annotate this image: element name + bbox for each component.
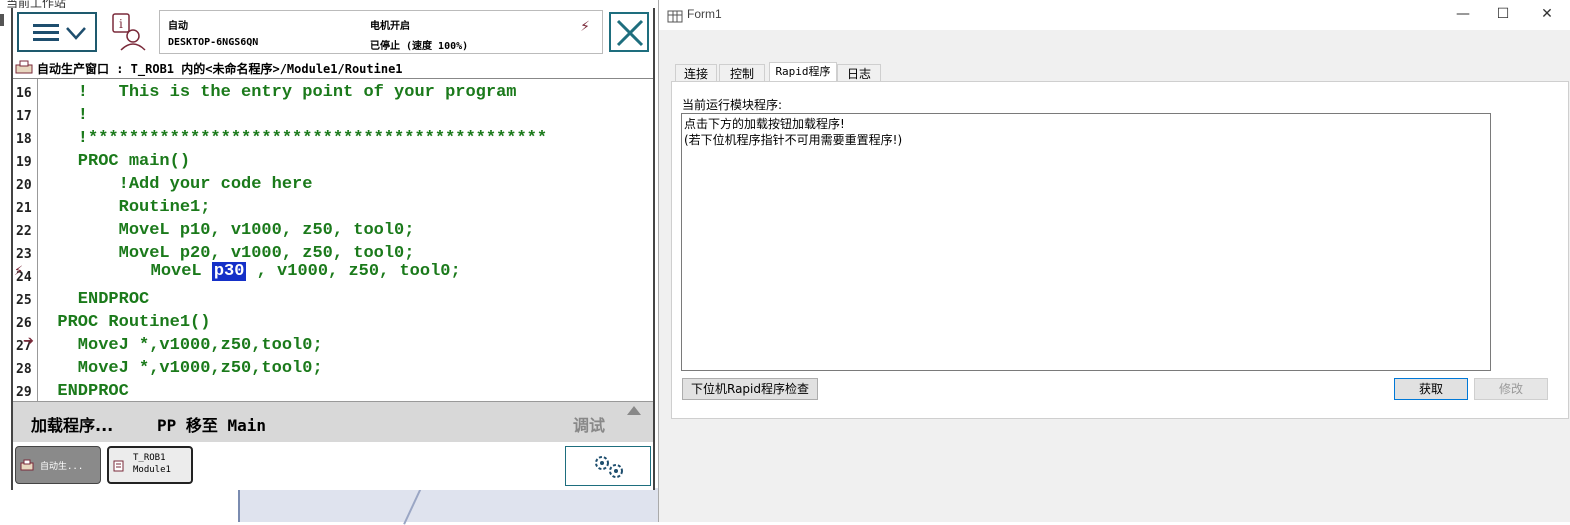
line-number: 20 bbox=[16, 178, 32, 193]
code-line[interactable]: MoveL p10, v1000, z50, tool0; bbox=[37, 221, 415, 240]
line-number: 23 bbox=[16, 247, 32, 262]
program-text-area[interactable]: 点击下方的加载按钮加载程序! (若下位机程序指针不可用需要重置程序!) bbox=[681, 113, 1491, 371]
gears-icon bbox=[595, 456, 623, 478]
status-mode: 自动 bbox=[168, 21, 188, 32]
tab-connect[interactable]: 连接 bbox=[675, 64, 717, 82]
code-line[interactable]: MoveJ *,v1000,z50,tool0; bbox=[37, 359, 323, 378]
operator-info-icon[interactable]: i bbox=[109, 12, 149, 52]
code-line[interactable]: ENDPROC bbox=[37, 382, 128, 401]
production-window-icon bbox=[20, 459, 34, 471]
line-number: 17 bbox=[16, 109, 32, 124]
desktop-marker bbox=[0, 14, 4, 26]
task-production-window[interactable]: 自动生... bbox=[15, 446, 101, 484]
chevron-down-icon bbox=[66, 27, 86, 40]
fetch-button[interactable]: 获取 bbox=[1394, 378, 1468, 400]
line-number: 16 bbox=[16, 86, 32, 101]
title-bar: Form1 — ☐ ✕ bbox=[659, 0, 1570, 30]
edit-button[interactable]: 修改 bbox=[1474, 378, 1548, 400]
tab-rapid-program[interactable]: Rapid程序 bbox=[769, 62, 837, 83]
line-number: 29 bbox=[16, 385, 32, 400]
line-number: 18 bbox=[16, 132, 32, 147]
code-line[interactable]: !Add your code here bbox=[37, 175, 313, 194]
line-number: 22 bbox=[16, 224, 32, 239]
motion-pointer-icon: ⚡ bbox=[14, 264, 24, 279]
code-line[interactable]: MoveJ *,v1000,z50,tool0; bbox=[37, 336, 323, 355]
task-program-editor[interactable]: T_ROB1 Module1 bbox=[107, 446, 193, 484]
maximize-icon[interactable]: ☐ bbox=[1493, 4, 1513, 24]
command-bar: 加载程序... PP 移至 Main 调试 bbox=[13, 401, 653, 443]
main-menu-button[interactable] bbox=[17, 12, 97, 52]
code-line[interactable]: MoveL p20, v1000, z50, tool0; bbox=[37, 244, 415, 263]
line-number: 21 bbox=[16, 201, 32, 216]
desktop-bottom-area bbox=[238, 487, 660, 525]
app-icon bbox=[667, 10, 683, 23]
pp-to-main-button[interactable]: PP 移至 Main bbox=[157, 412, 266, 436]
status-state: 已停止 (速度 100%) bbox=[370, 41, 469, 52]
code-editor[interactable]: 16 17 18 19 20 21 22 23 24 25 26 27 28 29 ! This is t… bbox=[13, 79, 653, 402]
line-number: 19 bbox=[16, 155, 32, 170]
status-motors: 电机开启 bbox=[370, 21, 410, 32]
robot-status-icon: ⚡ bbox=[580, 19, 590, 35]
close-icon bbox=[616, 19, 644, 47]
tab-control[interactable]: 控制 bbox=[719, 64, 765, 82]
code-line[interactable]: ENDPROC bbox=[37, 290, 149, 309]
code-line[interactable]: PROC main() bbox=[37, 152, 190, 171]
program-pointer-arrow-icon: ➔ bbox=[23, 334, 34, 349]
current-module-label: 当前运行模块程序: bbox=[682, 98, 783, 112]
form1-window: Form1 — ☐ ✕ 连接 控制 Rapid程序 日志 当前运行模块程序: 点… bbox=[658, 0, 1570, 522]
code-line[interactable]: ! This is the entry point of your progra… bbox=[37, 83, 517, 102]
breadcrumb-text: 自动生产窗口 : T_ROB1 内的<未命名程序>/Module1/Routin… bbox=[37, 62, 403, 76]
close-window-icon[interactable]: ✕ bbox=[1537, 4, 1557, 24]
production-window-icon bbox=[15, 60, 33, 74]
check-rapid-program-button[interactable]: 下位机Rapid程序检查 bbox=[682, 378, 818, 400]
svg-text:i: i bbox=[119, 17, 123, 31]
load-program-button[interactable]: 加载程序... bbox=[31, 412, 113, 436]
flexpendant-window: i 自动 DESKTOP-6NGS6QN 电机开启 已停止 (速度 100%) … bbox=[11, 8, 655, 490]
status-host: DESKTOP-6NGS6QN bbox=[168, 37, 259, 48]
breadcrumb: 自动生产窗口 : T_ROB1 内的<未命名程序>/Module1/Routin… bbox=[13, 56, 653, 79]
debug-button[interactable]: 调试 bbox=[573, 412, 605, 436]
hamburger-icon bbox=[33, 24, 59, 42]
code-line[interactable]: ! bbox=[37, 106, 88, 125]
close-button[interactable] bbox=[609, 12, 649, 52]
program-editor-icon bbox=[113, 460, 124, 472]
code-line[interactable]: PROC Routine1() bbox=[37, 313, 210, 332]
tab-log[interactable]: 日志 bbox=[837, 64, 881, 82]
quickset-button[interactable] bbox=[565, 446, 651, 486]
minimize-icon[interactable]: — bbox=[1453, 4, 1473, 24]
rapid-program-panel: 当前运行模块程序: 点击下方的加载按钮加载程序! (若下位机程序指针不可用需要重置… bbox=[671, 81, 1569, 419]
status-bar[interactable]: 自动 DESKTOP-6NGS6QN 电机开启 已停止 (速度 100%) ⚡ bbox=[159, 10, 603, 54]
code-line[interactable]: !***************************************… bbox=[37, 129, 547, 148]
program-pointer-highlight[interactable]: p30 bbox=[211, 262, 247, 281]
flexpendant-header: i 自动 DESKTOP-6NGS6QN 电机开启 已停止 (速度 100%) … bbox=[13, 8, 653, 57]
taskbar: 自动生... T_ROB1 Module1 bbox=[13, 442, 653, 490]
line-number: 25 bbox=[16, 293, 32, 308]
window-title: Form1 bbox=[687, 7, 722, 21]
code-line[interactable]: Routine1; bbox=[37, 198, 211, 217]
line-number: 26 bbox=[16, 316, 32, 331]
chevron-up-icon[interactable] bbox=[627, 406, 641, 415]
code-line-24[interactable]: MoveL p30 , v1000, z50, tool0; bbox=[69, 262, 461, 281]
line-number-gutter: 16 17 18 19 20 21 22 23 24 25 26 27 28 29 bbox=[13, 79, 38, 401]
line-number: 28 bbox=[16, 362, 32, 377]
